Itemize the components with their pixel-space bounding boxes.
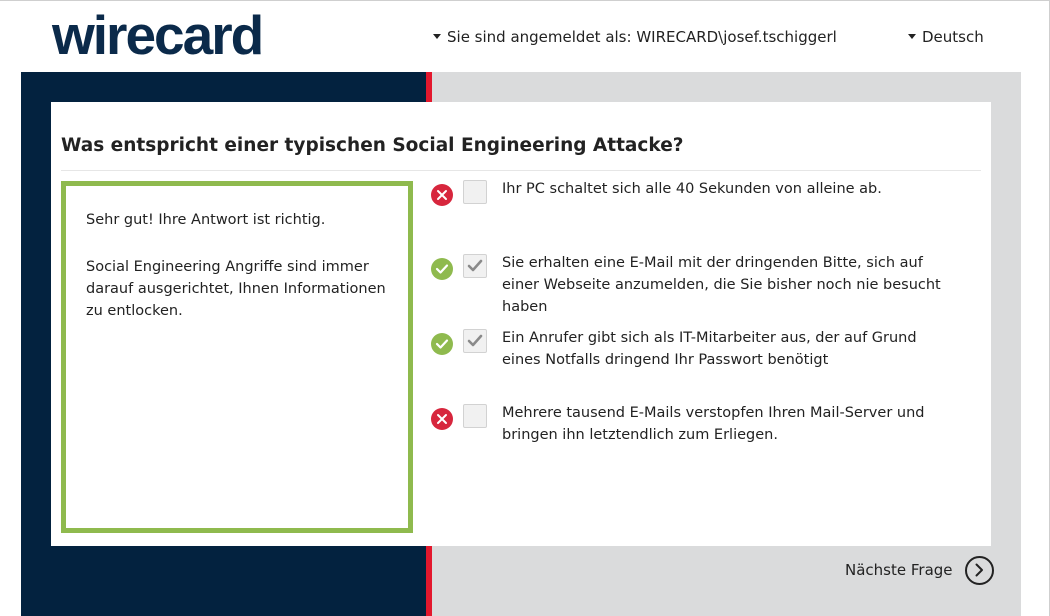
user-menu[interactable]: Sie sind angemeldet als: WIRECARD\josef.…: [433, 28, 837, 46]
wrong-icon: [431, 408, 453, 430]
feedback-title: Sehr gut! Ihre Antwort ist richtig.: [86, 212, 326, 228]
next-question-label: Nächste Frage: [845, 561, 953, 579]
answer-checkbox[interactable]: [463, 404, 487, 428]
correct-icon: [431, 333, 453, 355]
chevron-right-circle-icon: [964, 555, 994, 585]
next-question-button[interactable]: Nächste Frage: [845, 555, 994, 585]
caret-down-icon: [908, 34, 916, 39]
answer-checkbox[interactable]: [463, 254, 487, 278]
answer-text: Ein Anrufer gibt sich als IT-Mitarbeiter…: [502, 330, 917, 368]
user-menu-label: Sie sind angemeldet als: WIRECARD\josef.…: [447, 28, 837, 46]
wirecard-logo[interactable]: wirecard: [52, 4, 264, 66]
answer-text: Mehrere tausend E-Mails verstopfen Ihren…: [502, 405, 925, 443]
answer-checkbox[interactable]: [463, 329, 487, 353]
feedback-box: Sehr gut! Ihre Antwort ist richtig. Soci…: [61, 181, 413, 533]
correct-icon: [431, 258, 453, 280]
answer-text: Ihr PC schaltet sich alle 40 Sekunden vo…: [502, 181, 882, 197]
wrong-icon: [431, 184, 453, 206]
answer-text: Sie erhalten eine E-Mail mit der dringen…: [502, 255, 941, 315]
question-divider: [61, 170, 981, 171]
top-border: [0, 0, 1050, 1]
caret-down-icon: [433, 34, 441, 39]
language-menu[interactable]: Deutsch: [908, 28, 984, 46]
quiz-card: Was entspricht einer typischen Social En…: [51, 102, 991, 546]
question-title: Was entspricht einer typischen Social En…: [61, 135, 684, 156]
answer-checkbox[interactable]: [463, 180, 487, 204]
feedback-text: Social Engineering Angriffe sind immer d…: [86, 259, 386, 319]
language-label: Deutsch: [922, 28, 984, 46]
